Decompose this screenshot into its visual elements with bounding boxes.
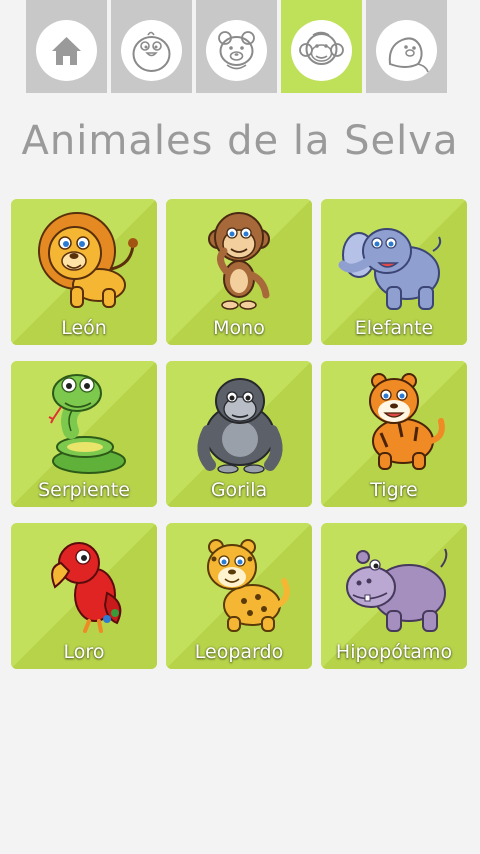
animal-card-leopard[interactable]: Leopardo [166, 523, 312, 669]
tab-home[interactable] [26, 0, 107, 93]
tab-birds[interactable] [111, 0, 192, 93]
bear-icon [218, 31, 255, 70]
animal-label: Gorila [210, 479, 268, 501]
tab-birds-circle [121, 20, 182, 81]
animal-card-elephant[interactable]: Elefante [321, 199, 467, 345]
bird-icon [132, 31, 171, 72]
animal-card-gorilla[interactable]: Gorila [166, 361, 312, 507]
lion-icon [38, 212, 138, 308]
animal-card-lion[interactable]: León [11, 199, 157, 345]
animal-label: Elefante [354, 317, 434, 339]
animal-card-hippo[interactable]: Hipopótamo [321, 523, 467, 669]
gorilla-icon [197, 378, 283, 474]
hippo-icon [346, 548, 448, 632]
leopard-icon [207, 539, 290, 632]
home-icon [52, 37, 81, 65]
tab-sea[interactable] [366, 0, 447, 93]
tab-sea-circle [376, 20, 437, 81]
tiger-icon [369, 373, 445, 470]
tab-bears-circle [206, 20, 267, 81]
animal-label: Mono [213, 317, 265, 339]
seal-icon [388, 37, 429, 73]
category-tab-bar [0, 0, 480, 93]
animal-card-snake[interactable]: Serpiente [11, 361, 157, 507]
animal-label: Leopardo [194, 641, 284, 663]
animal-label: León [61, 317, 107, 339]
animal-card-parrot[interactable]: Loro [11, 523, 157, 669]
snake-icon [48, 374, 126, 474]
monkey-icon [299, 31, 344, 65]
tab-jungle[interactable] [281, 0, 362, 93]
tab-jungle-circle [291, 20, 352, 81]
animal-label: Tigre [370, 479, 418, 501]
animal-card-tiger[interactable]: Tigre [321, 361, 467, 507]
page-title: Animales de la Selva [21, 118, 459, 164]
parrot-icon [51, 542, 122, 633]
elephant-icon [338, 228, 442, 310]
animal-label: Serpiente [38, 479, 130, 501]
animal-label: Hipopótamo [335, 641, 453, 663]
tab-home-circle [36, 20, 97, 81]
animal-card-monkey[interactable]: Mono [166, 199, 312, 345]
monkey-icon [208, 212, 270, 310]
animal-label: Loro [63, 641, 105, 663]
tab-bears[interactable] [196, 0, 277, 93]
